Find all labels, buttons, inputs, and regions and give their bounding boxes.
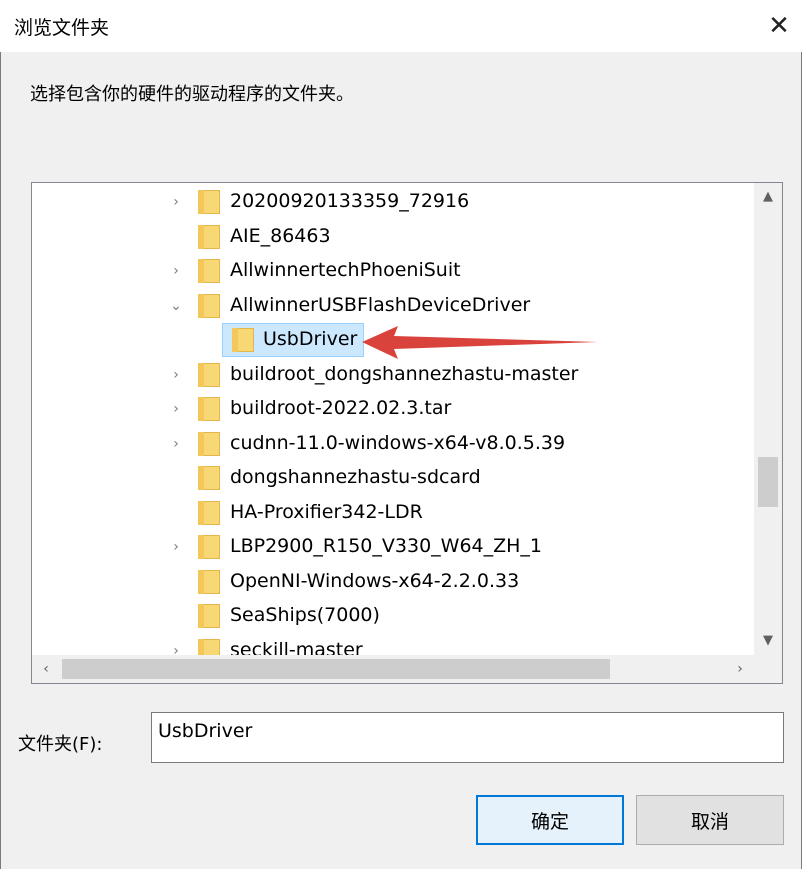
scroll-corner — [754, 655, 782, 683]
tree-item[interactable]: AIE_86463 — [32, 220, 754, 254]
tree-item[interactable]: › AllwinnertechPhoeniSuit — [32, 254, 754, 288]
tree-item[interactable]: OpenNI-Windows-x64-2.2.0.33 — [32, 565, 754, 599]
chevron-right-icon[interactable]: › — [168, 192, 184, 212]
tree-item-label: seckill-master — [230, 638, 363, 656]
tree-item-label: OpenNI-Windows-x64-2.2.0.33 — [230, 569, 520, 592]
scroll-up-icon[interactable]: ▲ — [754, 183, 782, 211]
folder-icon — [198, 431, 220, 456]
chevron-down-icon[interactable]: ⌄ — [168, 296, 184, 316]
folder-icon — [198, 466, 220, 490]
folder-icon — [198, 362, 220, 387]
horizontal-scroll-thumb[interactable] — [62, 659, 610, 679]
folder-icon — [198, 569, 220, 594]
folder-icon — [198, 397, 220, 421]
horizontal-scrollbar[interactable]: ‹ › — [32, 655, 754, 683]
chevron-right-icon[interactable]: › — [168, 434, 184, 454]
cancel-button[interactable]: 取消 — [636, 795, 784, 845]
scroll-right-icon[interactable]: › — [726, 655, 754, 683]
vertical-scroll-thumb[interactable] — [758, 457, 778, 507]
tree-item[interactable]: › buildroot-2022.02.3.tar — [32, 392, 754, 426]
window-border-left — [0, 52, 1, 869]
tree-item[interactable]: › seckill-master — [32, 634, 754, 656]
folder-icon — [198, 293, 220, 318]
folder-tree-items: › 20200920133359_72916 AIE_86463 › Allwinner… — [32, 183, 754, 655]
folder-icon — [198, 190, 220, 214]
tree-item[interactable]: SeaShips(7000) — [32, 599, 754, 633]
tree-item-label: SeaShips(7000) — [230, 604, 380, 626]
window-title: 浏览文件夹 — [14, 17, 110, 39]
tree-item-label: HA-Proxifier342-LDR — [230, 500, 423, 523]
tree-item[interactable]: › 20200920133359_72916 — [32, 185, 754, 219]
close-button[interactable]: ✕ — [756, 0, 802, 52]
title-bar: 浏览文件夹 ✕ — [0, 0, 802, 52]
tree-item[interactable]: › LBP2900_R150_V330_W64_ZH_1 — [32, 530, 754, 564]
ok-button[interactable]: 确定 — [476, 795, 624, 845]
close-icon: ✕ — [768, 11, 790, 41]
tree-item-label: cudnn-11.0-windows-x64-v8.0.5.39 — [230, 431, 566, 454]
vertical-scrollbar[interactable]: ▲ ▼ — [754, 183, 782, 655]
annotation-arrow-icon — [362, 326, 598, 359]
tree-item-label: AIE_86463 — [230, 224, 331, 247]
chevron-right-icon[interactable]: › — [168, 261, 184, 281]
folder-icon — [198, 224, 220, 249]
scroll-down-icon[interactable]: ▼ — [754, 627, 782, 655]
folder-field-label: 文件夹(F): — [18, 734, 103, 755]
tree-item-label: AllwinnerUSBFlashDeviceDriver — [230, 293, 531, 316]
folder-icon — [198, 535, 220, 559]
tree-item[interactable]: HA-Proxifier342-LDR — [32, 496, 754, 530]
chevron-right-icon[interactable]: › — [168, 365, 184, 385]
folder-icon — [198, 638, 220, 655]
folder-tree[interactable]: › 20200920133359_72916 AIE_86463 › Allwinner… — [31, 182, 783, 684]
scroll-left-icon[interactable]: ‹ — [32, 655, 60, 683]
folder-icon — [198, 604, 220, 628]
folder-icon — [198, 259, 220, 283]
folder-icon — [232, 328, 254, 352]
tree-item-label: dongshannezhastu-sdcard — [230, 466, 481, 488]
tree-item[interactable]: › cudnn-11.0-windows-x64-v8.0.5.39 — [32, 427, 754, 461]
chevron-right-icon[interactable]: › — [168, 537, 184, 557]
folder-input[interactable]: UsbDriver — [151, 712, 784, 763]
tree-item-label: UsbDriver — [263, 328, 358, 350]
tree-item-label: 20200920133359_72916 — [230, 190, 470, 212]
tree-item-label: LBP2900_R150_V330_W64_ZH_1 — [230, 535, 543, 557]
tree-item-label: AllwinnertechPhoeniSuit — [230, 259, 461, 281]
chevron-right-icon[interactable]: › — [168, 399, 184, 419]
tree-item-label: buildroot-2022.02.3.tar — [230, 397, 452, 419]
chevron-right-icon[interactable]: › — [168, 641, 184, 656]
tree-item[interactable]: dongshannezhastu-sdcard — [32, 461, 754, 495]
folder-icon — [198, 500, 220, 525]
instruction-text: 选择包含你的硬件的驱动程序的文件夹。 — [30, 84, 354, 105]
